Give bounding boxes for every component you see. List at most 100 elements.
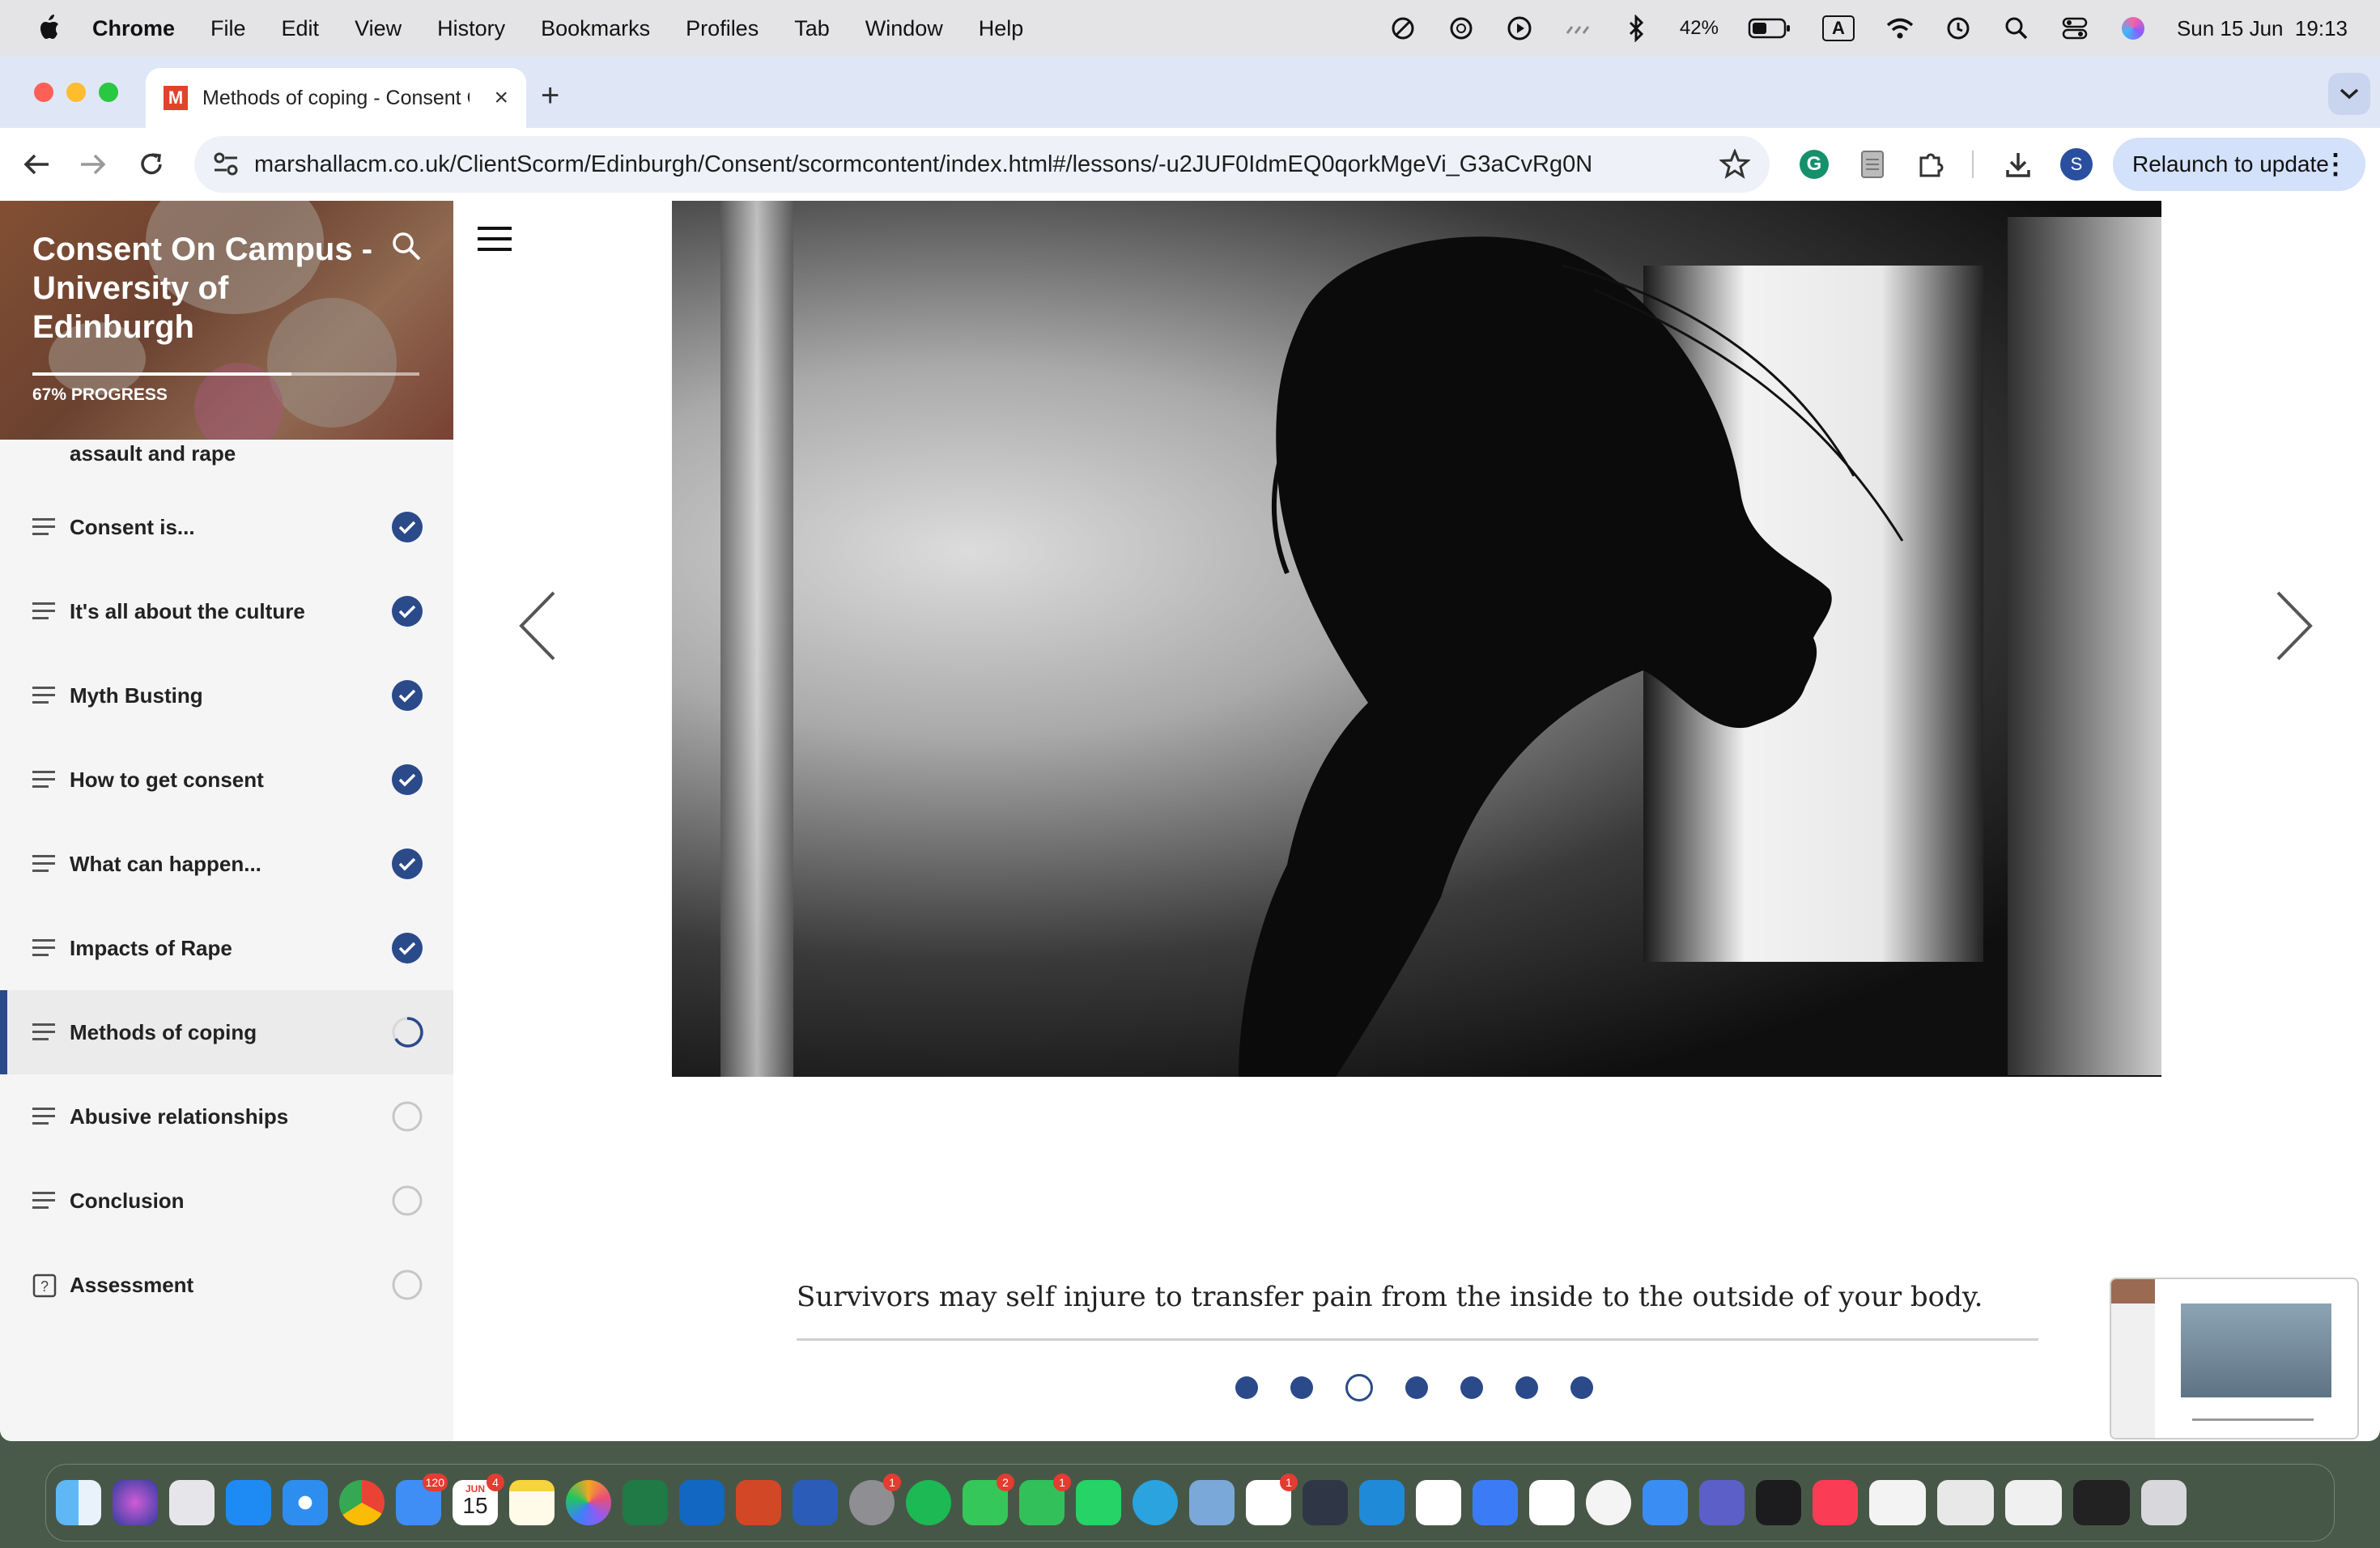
menu-app-name[interactable]: Chrome: [92, 16, 175, 41]
lesson-item[interactable]: ? Assessment: [0, 1243, 453, 1327]
new-tab-button[interactable]: +: [541, 78, 559, 114]
lesson-item[interactable]: Methods of coping: [0, 990, 453, 1074]
grammarly-extension-icon[interactable]: G: [1796, 146, 1833, 183]
bluetooth-icon[interactable]: [1621, 14, 1651, 43]
menu-history[interactable]: History: [437, 16, 505, 41]
chatgpt-dock-icon[interactable]: [1586, 1480, 1631, 1525]
telegram-dock-icon[interactable]: [1133, 1480, 1178, 1525]
lesson-item[interactable]: It's all about the culture: [0, 569, 453, 653]
carousel-dot[interactable]: [1235, 1376, 1258, 1399]
messages-dock-icon[interactable]: 2: [963, 1474, 1014, 1525]
app-store-dock-icon[interactable]: [226, 1480, 271, 1525]
vscode-dock-icon[interactable]: [1359, 1480, 1405, 1525]
lesson-item[interactable]: What can happen...: [0, 822, 453, 906]
lesson-item-clipped[interactable]: assault and rape: [0, 440, 453, 485]
menu-tab[interactable]: Tab: [794, 16, 830, 41]
safari-dock-icon[interactable]: [283, 1480, 328, 1525]
menu-window[interactable]: Window: [865, 16, 943, 41]
loading-status-icon[interactable]: [1563, 14, 1592, 43]
window-minimize-button[interactable]: [66, 83, 86, 102]
notion-dock-icon[interactable]: [1416, 1480, 1461, 1525]
word-dock-icon[interactable]: [793, 1480, 838, 1525]
cursor-dock-icon[interactable]: [1303, 1480, 1348, 1525]
menu-edit[interactable]: Edit: [282, 16, 320, 41]
url-text[interactable]: marshallacm.co.uk/ClientScorm/Edinburgh/…: [254, 151, 1592, 178]
menu-profiles[interactable]: Profiles: [686, 16, 759, 41]
focus-status-icon[interactable]: [1388, 14, 1417, 43]
whatsapp-dock-icon[interactable]: [1076, 1480, 1121, 1525]
minimized-window-thumbnail[interactable]: [1869, 1480, 1926, 1525]
carousel-dot[interactable]: [1290, 1376, 1313, 1399]
input-source-icon[interactable]: A: [1821, 14, 1856, 43]
lesson-item[interactable]: Abusive relationships: [0, 1074, 453, 1159]
battery-icon[interactable]: [1748, 14, 1791, 43]
carousel-previous-arrow[interactable]: [516, 589, 557, 662]
apple-menu-icon[interactable]: [31, 11, 66, 46]
minimized-window-thumbnail[interactable]: [2005, 1480, 2062, 1525]
tab-close-icon[interactable]: ×: [494, 84, 508, 112]
minimized-window-thumbnail[interactable]: [1937, 1480, 1994, 1525]
launchpad-dock-icon[interactable]: [169, 1480, 215, 1525]
notes-dock-icon[interactable]: [509, 1480, 555, 1525]
slack-dock-icon[interactable]: 1: [1246, 1474, 1298, 1525]
chrome-menu-icon[interactable]: ⋮: [2322, 148, 2349, 181]
chatgpt-status-icon[interactable]: [1447, 14, 1476, 43]
siri-icon[interactable]: [2119, 14, 2148, 43]
tab-search-button[interactable]: [2328, 73, 2370, 115]
back-icon[interactable]: [18, 146, 55, 183]
hamburger-menu-icon[interactable]: [478, 225, 513, 254]
control-center-icon[interactable]: [2060, 14, 2089, 43]
carousel-dot[interactable]: [1405, 1376, 1428, 1399]
site-info-icon[interactable]: [212, 151, 241, 180]
relaunch-to-update-button[interactable]: Relaunch to update ⋮: [2113, 138, 2365, 191]
forward-icon[interactable]: [74, 146, 112, 183]
calendar-dock-icon[interactable]: JUN 15 4: [453, 1474, 504, 1525]
minimized-window-thumbnail[interactable]: [2073, 1480, 2130, 1525]
reload-icon[interactable]: [133, 146, 170, 183]
menu-help[interactable]: Help: [979, 16, 1024, 41]
carousel-dot[interactable]: [1345, 1374, 1373, 1401]
menu-view[interactable]: View: [355, 16, 402, 41]
lesson-item[interactable]: Myth Busting: [0, 653, 453, 738]
carousel-next-arrow[interactable]: [2275, 589, 2315, 662]
window-zoom-button[interactable]: [99, 83, 118, 102]
photos-dock-icon[interactable]: [566, 1480, 611, 1525]
mail-dock-icon[interactable]: 120: [396, 1474, 448, 1525]
finder-dock-icon[interactable]: [56, 1480, 101, 1525]
menu-file[interactable]: File: [210, 16, 246, 41]
music-dock-icon[interactable]: [1813, 1480, 1858, 1525]
media-play-icon[interactable]: [1505, 14, 1534, 43]
course-title[interactable]: Consent On Campus - University of Edinbu…: [32, 230, 389, 347]
preview-dock-icon[interactable]: [1189, 1480, 1235, 1525]
activity-monitor-dock-icon[interactable]: [1756, 1480, 1801, 1525]
facetime-dock-icon[interactable]: 1: [1019, 1474, 1071, 1525]
wifi-icon[interactable]: [1885, 14, 1915, 43]
address-bar[interactable]: marshallacm.co.uk/ClientScorm/Edinburgh/…: [194, 136, 1770, 193]
time-machine-icon[interactable]: [1944, 14, 1973, 43]
system-settings-dock-icon[interactable]: 1: [849, 1474, 901, 1525]
siri-dock-icon[interactable]: [113, 1480, 158, 1525]
bookmark-star-icon[interactable]: [1719, 148, 1751, 180]
downloads-icon[interactable]: [2000, 146, 2037, 183]
search-icon[interactable]: [390, 230, 426, 266]
lesson-item[interactable]: Conclusion: [0, 1159, 453, 1243]
keynote-dock-icon[interactable]: [1643, 1480, 1688, 1525]
arc-dock-icon[interactable]: [1473, 1480, 1518, 1525]
profile-avatar[interactable]: S: [2060, 148, 2093, 181]
trash-dock-icon[interactable]: [2141, 1480, 2187, 1525]
screenshot-thumbnail-preview[interactable]: [2110, 1278, 2359, 1440]
outlook-dock-icon[interactable]: [679, 1480, 725, 1525]
carousel-dot[interactable]: [1570, 1376, 1593, 1399]
spotify-dock-icon[interactable]: [906, 1480, 951, 1525]
menu-bookmarks[interactable]: Bookmarks: [541, 16, 650, 41]
excel-dock-icon[interactable]: [623, 1480, 668, 1525]
extensions-puzzle-icon[interactable]: [1912, 146, 1949, 183]
carousel-dot[interactable]: [1515, 1376, 1538, 1399]
window-close-button[interactable]: [34, 83, 53, 102]
carousel-dot[interactable]: [1460, 1376, 1483, 1399]
lesson-item[interactable]: How to get consent: [0, 738, 453, 822]
lesson-item[interactable]: Consent is...: [0, 485, 453, 569]
reading-mode-icon[interactable]: [1854, 146, 1891, 183]
spotlight-search-icon[interactable]: [2002, 14, 2031, 43]
chrome-dock-icon[interactable]: [339, 1480, 385, 1525]
